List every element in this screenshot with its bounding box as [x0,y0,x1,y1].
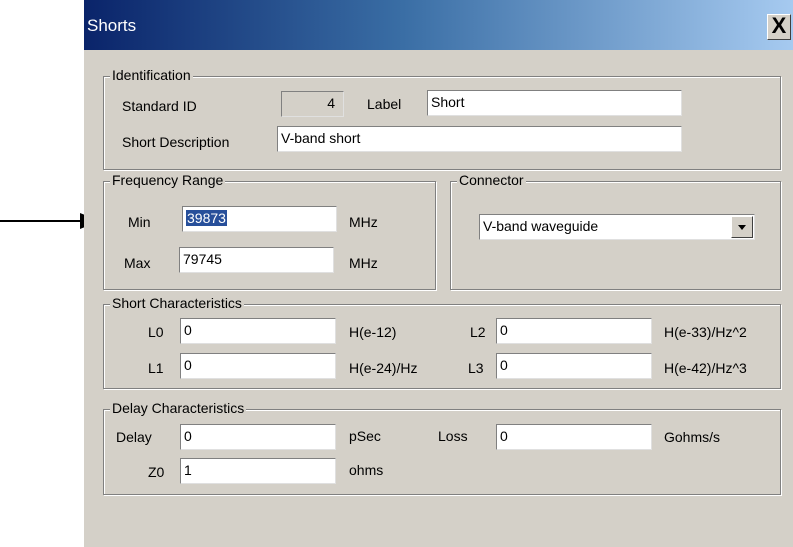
max-label: Max [124,255,151,271]
connector-legend: Connector [457,172,526,188]
l2-unit: H(e-33)/Hz^2 [664,324,747,340]
title-bar: Shorts X [84,0,793,50]
shorts-dialog: Shorts X Identification Standard ID 4 La… [84,0,793,547]
l2-input[interactable]: 0 [496,318,652,344]
delay-input[interactable]: 0 [180,424,336,450]
standard-id-field: 4 [281,91,344,117]
l0-input[interactable]: 0 [180,318,336,344]
max-unit: MHz [349,255,378,271]
label-label: Label [367,96,402,112]
short-description-input[interactable]: V-band short [277,126,682,152]
l2-label: L2 [470,324,486,340]
chevron-down-icon[interactable] [731,216,753,238]
delay-label: Delay [116,429,152,445]
z0-label: Z0 [148,464,165,480]
identification-legend: Identification [110,67,193,83]
min-unit: MHz [349,214,378,230]
label-input[interactable]: Short [427,90,682,116]
connector-value: V-band waveguide [483,218,599,234]
l3-input[interactable]: 0 [496,353,652,379]
delay-characteristics-legend: Delay Characteristics [110,400,247,416]
frequency-range-group: Frequency Range [103,172,436,290]
short-characteristics-legend: Short Characteristics [110,295,244,311]
close-icon[interactable]: X [767,14,791,40]
l3-unit: H(e-42)/Hz^3 [664,360,747,376]
max-frequency-input[interactable]: 79745 [179,247,334,273]
frequency-range-legend: Frequency Range [110,172,226,188]
l1-label: L1 [148,360,164,376]
l0-unit: H(e-12) [349,324,397,340]
loss-label: Loss [438,428,468,444]
min-label: Min [128,214,151,230]
connector-select[interactable]: V-band waveguide [479,214,755,240]
min-frequency-input[interactable]: 39873 [182,206,337,232]
loss-unit: Gohms/s [664,429,721,445]
l1-input[interactable]: 0 [180,353,336,379]
l1-unit: H(e-24)/Hz [349,360,418,376]
window-title: Shorts [87,16,137,35]
standard-id-label: Standard ID [122,98,197,114]
z0-unit: ohms [349,462,384,478]
loss-input[interactable]: 0 [496,424,652,450]
short-description-label: Short Description [122,134,230,150]
delay-unit: pSec [349,428,381,444]
z0-input[interactable]: 1 [180,458,336,484]
min-frequency-value: 39873 [186,210,227,226]
l0-label: L0 [148,324,164,340]
l3-label: L3 [468,360,484,376]
